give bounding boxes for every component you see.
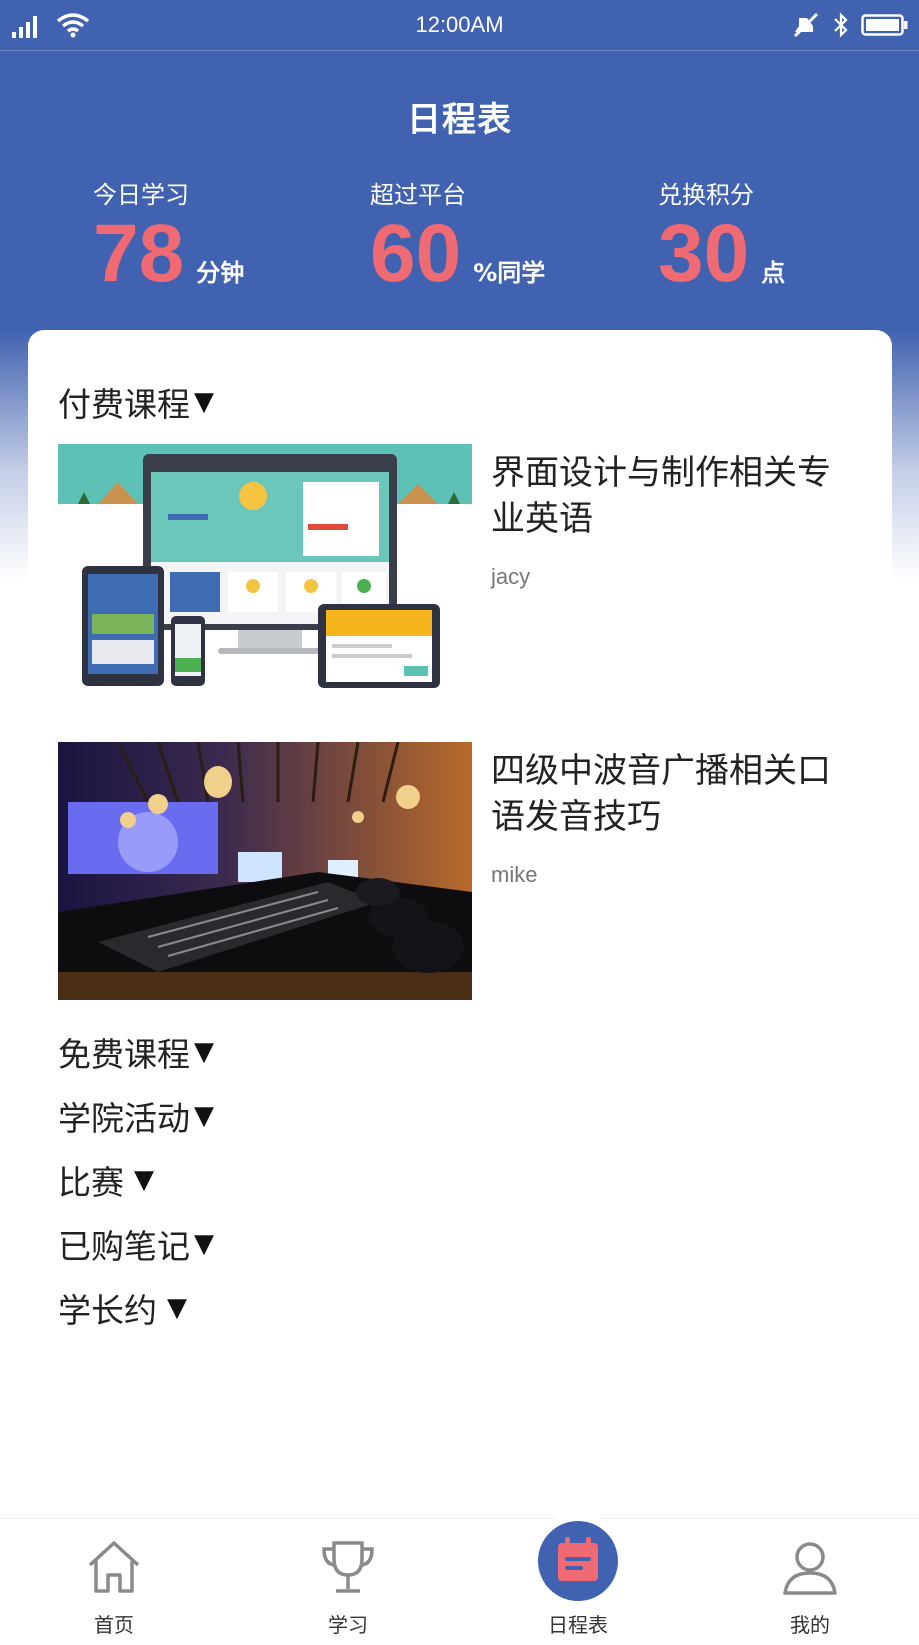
stat-unit: %同学 (473, 259, 546, 287)
stat-value: 60 (370, 208, 462, 299)
stat-label: 兑换积分 (658, 181, 754, 209)
nav-item-profile[interactable]: 我的 (740, 1519, 880, 1645)
nav-label: 学习 (328, 1613, 368, 1637)
section-senior[interactable]: 学长约 ▼ (58, 1284, 187, 1332)
nav-item-study[interactable]: 学习 (278, 1519, 418, 1645)
stat-label: 超过平台 (370, 181, 466, 209)
battery-icon (861, 12, 909, 42)
nav-item-home[interactable]: 首页 (44, 1519, 184, 1645)
course-thumbnail (58, 742, 472, 1000)
stat-value: 30 (658, 208, 750, 299)
section-notes[interactable]: 已购笔记 ▼ (58, 1220, 214, 1268)
mute-icon (791, 12, 821, 42)
nav-label: 我的 (790, 1613, 830, 1637)
stat-value: 78 (93, 208, 185, 299)
course-author: mike (491, 862, 538, 887)
home-icon (84, 1537, 144, 1597)
dropdown-arrow-icon: ▼ (194, 387, 214, 417)
course-item[interactable]: 四级中波音广播相关口语发音技巧 mike (58, 742, 858, 1000)
stat-label: 今日学习 (93, 181, 189, 209)
section-free-courses[interactable]: 免费课程 ▼ (58, 1028, 214, 1076)
status-bar: 12:00AM (0, 0, 919, 51)
bluetooth-icon (833, 12, 849, 42)
section-activities[interactable]: 学院活动 ▼ (58, 1092, 214, 1140)
section-title: 学院活动 (58, 1099, 190, 1138)
course-author: jacy (491, 564, 531, 589)
nav-label: 日程表 (548, 1613, 608, 1637)
section-title: 付费课程 (58, 385, 190, 424)
nav-item-schedule[interactable]: 日程表 (508, 1519, 648, 1645)
section-contest[interactable]: 比赛 ▼ (58, 1156, 154, 1204)
dropdown-arrow-icon: ▼ (167, 1293, 187, 1323)
dropdown-arrow-icon: ▼ (194, 1037, 214, 1067)
bottom-nav: 首页 学习 日程表 我的 (0, 1518, 919, 1645)
course-title: 四级中波音广播相关口语发音技巧 (491, 751, 831, 837)
stat-surpass: 超过平台 60 %同学 (370, 175, 545, 296)
stat-points: 兑换积分 30 点 (658, 175, 785, 296)
calendar-icon (548, 1531, 608, 1591)
dropdown-arrow-icon: ▼ (194, 1229, 214, 1259)
section-paid-courses[interactable]: 付费课程 ▼ (58, 378, 214, 426)
course-title: 界面设计与制作相关专业英语 (491, 453, 831, 539)
nav-label: 首页 (94, 1613, 134, 1637)
dropdown-arrow-icon: ▼ (194, 1101, 214, 1131)
trophy-icon (318, 1537, 378, 1597)
section-title: 免费课程 (58, 1035, 190, 1074)
course-item[interactable]: 界面设计与制作相关专业英语 jacy (58, 444, 858, 702)
stat-unit: 分钟 (196, 259, 245, 287)
section-title: 比赛 (58, 1163, 124, 1202)
stat-unit: 点 (761, 259, 786, 287)
page-title: 日程表 (407, 100, 512, 140)
content-card: 付费课程 ▼ 界面设计与制作相关专业英语 jacy 四级中波音广播相关口语发音技… (28, 330, 892, 1510)
section-title: 已购笔记 (58, 1227, 190, 1266)
dropdown-arrow-icon: ▼ (134, 1165, 154, 1195)
user-icon (780, 1537, 840, 1597)
stat-study-time: 今日学习 78 分钟 (93, 175, 244, 296)
status-time: 12:00AM (415, 12, 504, 37)
section-title: 学长约 (58, 1291, 157, 1330)
course-thumbnail (58, 444, 472, 702)
